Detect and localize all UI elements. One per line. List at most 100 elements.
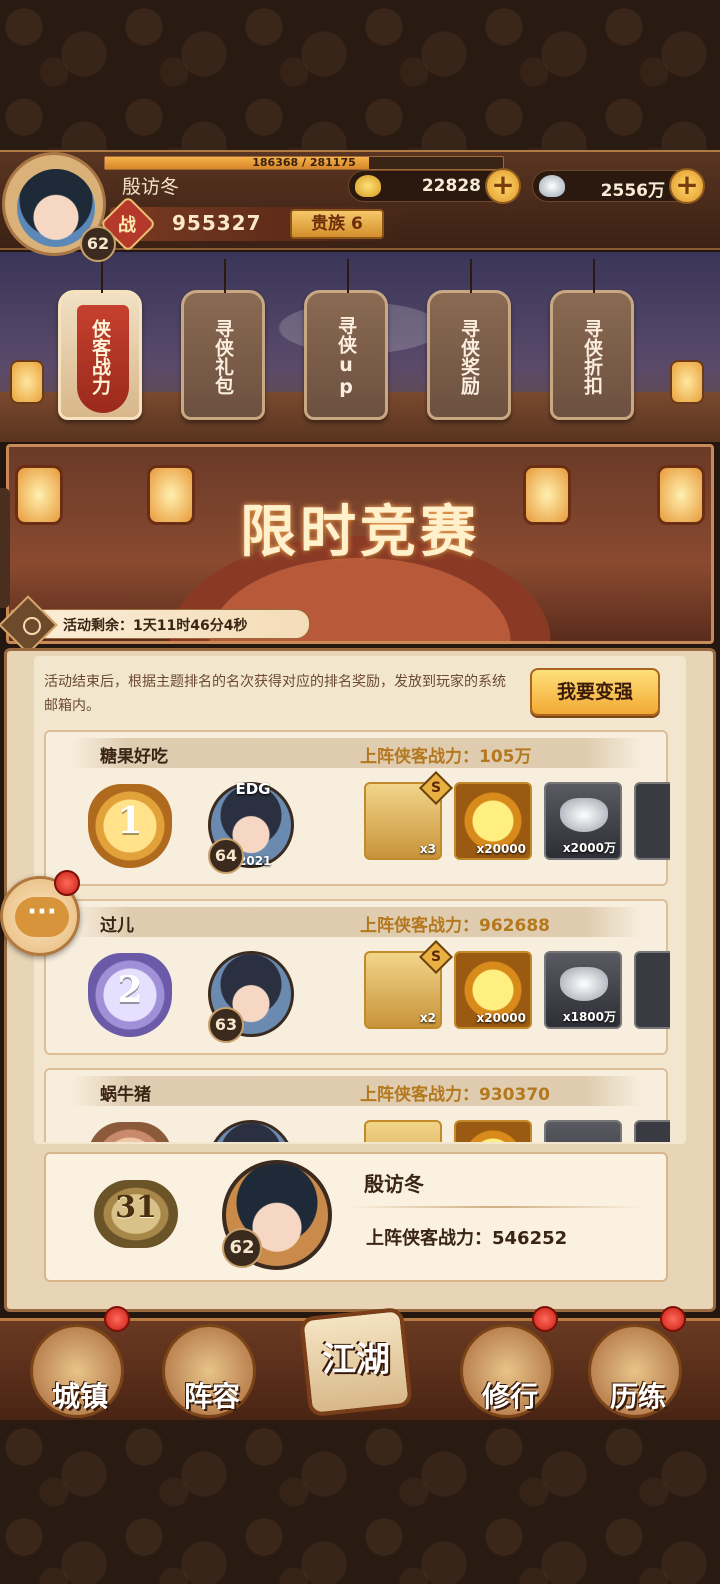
silver-value: 2556万 — [600, 181, 665, 201]
power-label: 战 — [118, 215, 136, 236]
nav-town-notification-dot — [104, 1306, 130, 1332]
event-notice: 活动结束后，根据主题排名的名次获得对应的排名奖励，发放到玩家的系统邮箱内。 — [44, 674, 506, 714]
ranked-player-name: 糖果好吃 — [100, 747, 168, 767]
rank-medal-silver: 2 — [88, 953, 172, 1037]
chat-bubble-icon: ··· — [15, 897, 69, 937]
ranked-player-avatar[interactable] — [208, 1120, 294, 1142]
edg-frame-tag: EDG — [235, 780, 271, 798]
tab-hero-reward[interactable]: 寻侠奖励 — [427, 259, 511, 420]
my-rank-number: 31 — [115, 1190, 157, 1225]
ranked-player-power: 上阵侠客战力：930370 — [360, 1085, 550, 1105]
tab-string — [101, 259, 103, 293]
player-name: 殷访冬 — [122, 176, 180, 198]
tab-label: 寻侠up — [335, 316, 357, 398]
gold-currency: 22828 + — [348, 168, 521, 204]
tab-string — [347, 259, 349, 293]
ranked-player-level: 64 — [208, 838, 244, 874]
nav-training[interactable]: 修行 — [460, 1324, 554, 1418]
get-stronger-button[interactable]: 我要变强 — [530, 668, 660, 716]
nav-trials-notification-dot — [660, 1306, 686, 1332]
divider — [346, 1206, 646, 1208]
rarity-s-badge: S — [419, 940, 453, 974]
ranking-row: 糖果好吃 上阵侠客战力：105万 1 EDG 2021 64 S x3 x200… — [44, 730, 670, 886]
my-name: 殷访冬 — [364, 1172, 424, 1196]
card-header — [72, 1076, 642, 1106]
timer-text: 活动剩余：1天11时46分4秒 — [63, 618, 248, 634]
nav-jianghu[interactable]: 江湖 — [296, 1306, 416, 1418]
tab-string — [470, 259, 472, 293]
gold-ingot-icon — [355, 175, 381, 197]
ranking-row: 过儿 上阵侠客战力：962688 2 63 S x2 x20000 x1800万 — [44, 899, 670, 1055]
lantern-icon — [670, 360, 704, 404]
clock-icon — [23, 617, 41, 635]
side-drawer-handle[interactable] — [0, 488, 10, 608]
lantern-icon — [10, 360, 44, 404]
combat-power-value: 955327 — [172, 211, 262, 235]
reward-gold-coin[interactable]: x20000 — [454, 951, 532, 1029]
my-power: 上阵侠客战力：546252 — [366, 1228, 568, 1249]
silver-ingot-icon — [560, 798, 608, 832]
nav-lineup[interactable]: 阵容 — [162, 1324, 256, 1418]
reward-partial[interactable] — [634, 1120, 670, 1142]
nav-training-notification-dot — [532, 1306, 558, 1332]
background-bottom — [0, 1420, 720, 1584]
silver-ingot-icon — [539, 175, 565, 197]
nav-label: 江湖 — [322, 1340, 390, 1380]
add-silver-button[interactable]: + — [669, 168, 705, 204]
reward-silver-ingot[interactable] — [544, 1120, 622, 1142]
chat-notification-dot — [54, 870, 80, 896]
add-gold-button[interactable]: + — [485, 168, 521, 204]
reward-count: x20000 — [476, 842, 527, 856]
reward-count: x20000 — [476, 1011, 527, 1025]
reward-partial[interactable] — [634, 951, 670, 1029]
noble-badge[interactable]: 贵族 6 — [290, 209, 384, 239]
tab-string — [224, 259, 226, 293]
ranking-list[interactable]: 糖果好吃 上阵侠客战力：105万 1 EDG 2021 64 S x3 x200… — [44, 726, 670, 1142]
reward-count: x2000万 — [562, 841, 616, 855]
silver-ingot-icon — [560, 967, 608, 1001]
exp-text: 186368 / 281175 — [252, 156, 356, 169]
nav-label: 历练 — [609, 1380, 666, 1413]
player-level-badge: 62 — [80, 226, 116, 262]
combat-power-row: 战 955327 贵族 6 — [99, 195, 402, 253]
rank-medal-gold: 1 — [88, 784, 172, 868]
reward-count: x1800万 — [562, 1010, 616, 1024]
reward-count: x3 — [419, 842, 436, 856]
reward-hero-card[interactable]: S x2 — [364, 940, 453, 1029]
ranked-player-name: 蜗牛猪 — [100, 1085, 151, 1105]
my-rank-medal: 31 — [94, 1180, 178, 1248]
rank-number: 2 — [117, 969, 143, 1011]
nav-label: 阵容 — [183, 1380, 240, 1413]
tab-string — [593, 259, 595, 293]
reward-hero-card[interactable] — [364, 1120, 442, 1142]
reward-gold-coin[interactable] — [454, 1120, 532, 1142]
tab-label: 寻侠折扣 — [581, 319, 603, 395]
event-title: 限时竞赛 — [240, 499, 480, 565]
event-timer: 活动剩余：1天11时46分4秒 — [0, 595, 310, 655]
background-top — [0, 0, 720, 152]
card-header — [72, 907, 642, 937]
tab-hero-pack[interactable]: 寻侠礼包 — [181, 259, 265, 420]
ranked-player-power: 上阵侠客战力：962688 — [360, 916, 550, 936]
reward-gold-coin[interactable]: x20000 — [454, 782, 532, 860]
ranking-row: 蜗牛猪 上阵侠客战力：930370 — [44, 1068, 670, 1142]
reward-partial[interactable] — [634, 782, 670, 860]
ranked-player-level: 63 — [208, 1007, 244, 1043]
tab-hero-power[interactable]: 侠客战力 — [58, 259, 142, 420]
nav-label: 修行 — [481, 1380, 538, 1413]
rarity-s-badge: S — [419, 771, 453, 805]
ranked-player-name: 过儿 — [100, 916, 134, 936]
reward-silver-ingot[interactable]: x2000万 — [544, 782, 622, 860]
tab-label: 寻侠奖励 — [458, 319, 480, 395]
reward-count: x2 — [419, 1011, 436, 1025]
reward-hero-card[interactable]: S x3 — [364, 771, 453, 860]
my-level-badge: 62 — [222, 1228, 262, 1268]
tab-label: 寻侠礼包 — [212, 319, 234, 395]
nav-town[interactable]: 城镇 — [30, 1324, 124, 1418]
tab-hero-up[interactable]: 寻侠up — [304, 259, 388, 420]
nav-trials[interactable]: 历练 — [588, 1324, 682, 1418]
rank-medal-bronze — [88, 1122, 172, 1142]
reward-silver-ingot[interactable]: x1800万 — [544, 951, 622, 1029]
tab-label: 侠客战力 — [89, 319, 111, 395]
tab-hero-discount[interactable]: 寻侠折扣 — [550, 259, 634, 420]
